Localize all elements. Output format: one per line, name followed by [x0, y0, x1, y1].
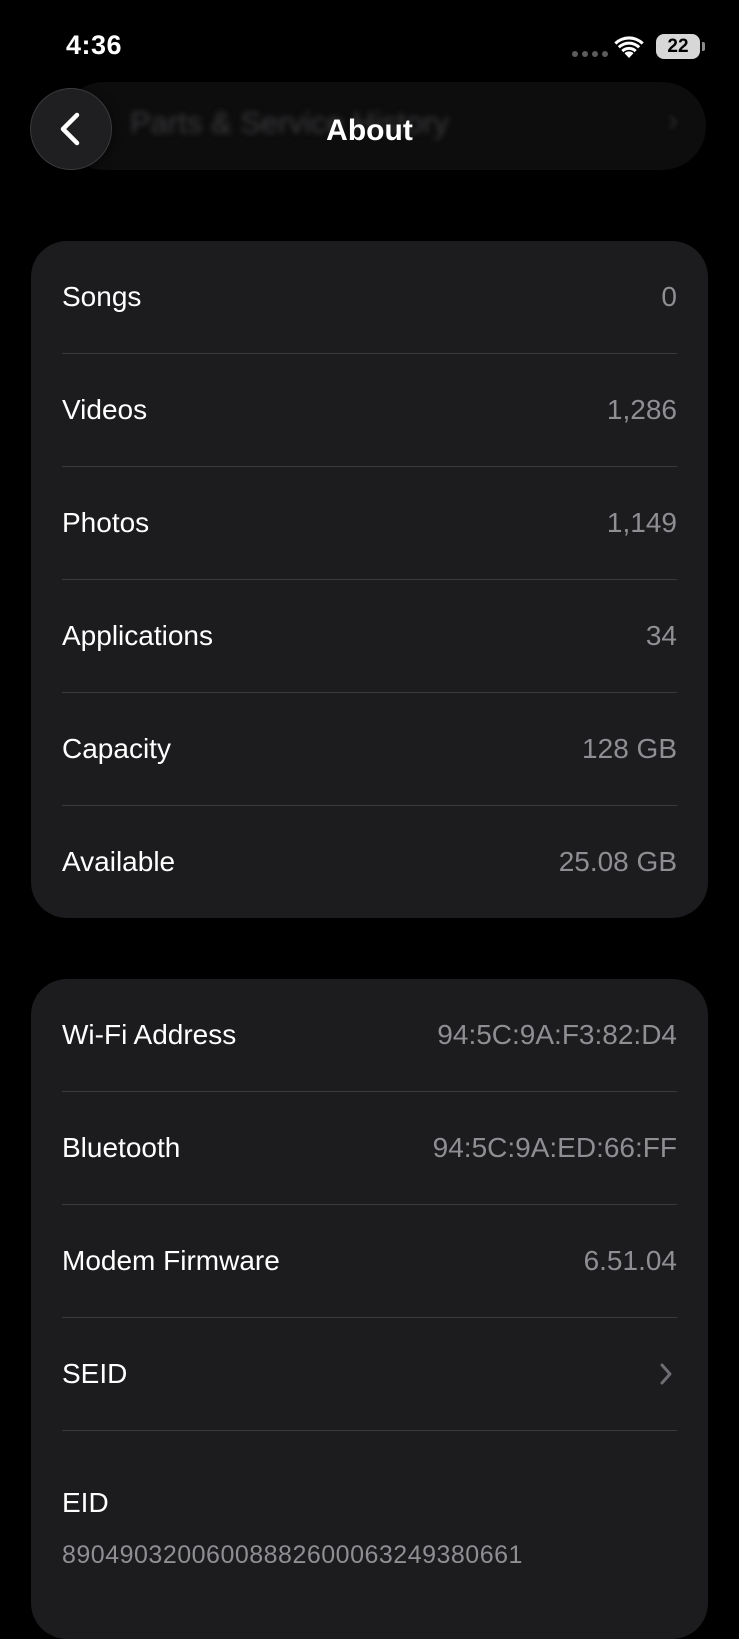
hardware-info-group: Wi-Fi Address 94:5C:9A:F3:82:D4 Bluetoot… [31, 979, 708, 1639]
row-label: Applications [62, 620, 213, 651]
list-row-videos: Videos 1,286 [62, 353, 677, 466]
row-label: Wi-Fi Address [62, 1019, 237, 1050]
row-label: Available [62, 846, 176, 877]
eid-value: 89049032006008882600063249380661 [62, 1541, 523, 1569]
list-row-songs: Songs 0 [62, 241, 677, 353]
list-row-applications: Applications 34 [62, 579, 677, 692]
list-row-capacity: Capacity 128 GB [62, 692, 677, 805]
row-label: Bluetooth [62, 1132, 181, 1163]
storage-info-group: Songs 0 Videos 1,286 Photos 1,149 Applic… [31, 241, 708, 918]
row-label: EID [62, 1487, 109, 1518]
list-row-available: Available 25.08 GB [62, 805, 677, 918]
row-value: 128 GB [582, 733, 677, 764]
row-label: Songs [62, 281, 142, 312]
status-time: 4:36 [66, 30, 123, 60]
list-row-bluetooth[interactable]: Bluetooth 94:5C:9A:ED:66:FF [62, 1091, 677, 1204]
row-value: 0 [661, 281, 677, 312]
cellular-signal-icon [572, 51, 608, 57]
page-title: About [326, 114, 413, 147]
row-value: 6.51.04 [583, 1245, 677, 1276]
row-value: 34 [645, 620, 677, 651]
status-bar: 4:36 22 [0, 0, 739, 90]
row-label: Modem Firmware [62, 1245, 280, 1276]
row-value: 94:5C:9A:F3:82:D4 [437, 1019, 677, 1050]
battery-icon: 22 [656, 34, 700, 59]
battery-tip [702, 42, 705, 51]
wifi-icon [614, 36, 644, 58]
chevron-right-icon [660, 1363, 672, 1385]
row-label: Photos [62, 507, 150, 538]
list-row-wifi-address[interactable]: Wi-Fi Address 94:5C:9A:F3:82:D4 [62, 979, 677, 1091]
list-row-eid[interactable]: EID 89049032006008882600063249380661 [62, 1430, 677, 1587]
list-row-photos: Photos 1,149 [62, 466, 677, 579]
row-label: Videos [62, 394, 148, 425]
list-row-seid[interactable]: SEID [62, 1317, 677, 1430]
row-value: 94:5C:9A:ED:66:FF [432, 1132, 677, 1163]
row-label: Capacity [62, 733, 171, 764]
list-row-modem-firmware[interactable]: Modem Firmware 6.51.04 [62, 1204, 677, 1317]
row-label: SEID [62, 1358, 128, 1389]
row-value: 1,286 [606, 394, 677, 425]
row-value: 1,149 [606, 507, 677, 538]
row-value: 25.08 GB [558, 846, 677, 877]
